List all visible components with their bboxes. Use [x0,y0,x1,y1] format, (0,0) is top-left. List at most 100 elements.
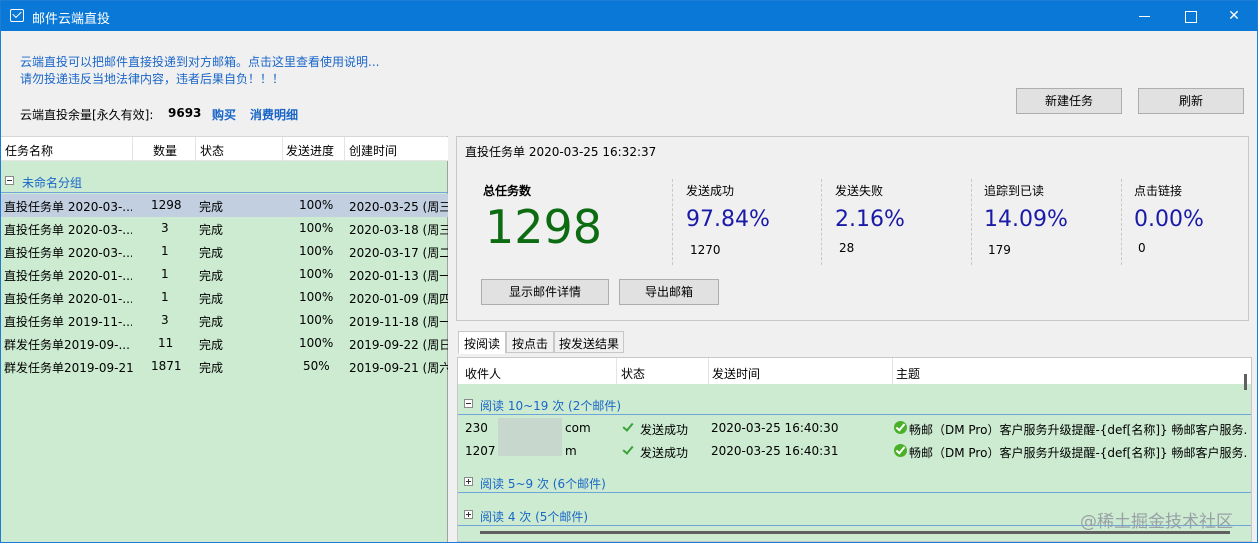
redaction-mask [498,418,562,456]
col-task-name[interactable]: 任务名称 [5,142,53,159]
sent-success-count: 1270 [690,243,721,257]
divider [821,179,822,265]
task-progress: 100% [299,290,334,304]
check-icon [623,421,634,432]
buy-link[interactable]: 购买 [212,106,236,123]
col-recipient[interactable]: 收件人 [465,365,501,382]
column-divider[interactable] [892,358,893,384]
column-divider[interactable] [616,358,617,384]
task-row[interactable]: 直投任务单 2020-01-... 1 完成 100% 2020-01-13 (… [1,263,448,286]
task-row[interactable]: 直投任务单 2020-01-... 1 完成 100% 2020-01-09 (… [1,286,448,309]
column-divider[interactable] [708,358,709,384]
divider [971,179,972,265]
maximize-button[interactable] [1167,1,1213,31]
col-status[interactable]: 状态 [621,365,645,382]
task-row[interactable]: 直投任务单 2019-11-... 3 完成 100% 2019-11-18 (… [1,309,448,332]
task-created: 2020-03-18 (周三) [349,223,448,237]
title-bar: 邮件云端直投 ✕ [1,1,1257,31]
export-emails-button[interactable]: 导出邮箱 [619,279,719,305]
column-divider[interactable] [282,137,283,161]
task-row[interactable]: 群发任务单2019-09-... 11 完成 100% 2019-09-22 (… [1,332,448,355]
table-row[interactable]: 230 com 发送成功 2020-03-25 16:40:30 畅邮（DM P… [458,417,1251,440]
task-created: 2020-03-17 (周二) [349,246,448,260]
col-count[interactable]: 数量 [153,142,177,159]
task-created: 2019-11-18 (周一) [349,315,448,329]
task-created: 2020-01-13 (周一) [349,269,448,283]
tab-by-send-result[interactable]: 按发送结果 [554,331,624,353]
divider [672,179,673,265]
subject: 畅邮（DM Pro）客户服务升级提醒-{def[名称]} 畅邮客户服务... [909,423,1247,437]
check-icon [623,444,634,455]
subject: 畅邮（DM Pro）客户服务升级提醒-{def[名称]} 畅邮客户服务... [909,446,1247,460]
read-grid-header: 收件人 状态 发送时间 主题 [458,358,1251,384]
task-name: 群发任务单2019-09-... [4,338,130,352]
tab-by-read[interactable]: 按阅读 [458,331,506,354]
task-name: 直投任务单 2020-01-... [4,269,132,283]
tab-by-click[interactable]: 按点击 [506,331,554,353]
read-group-label: 阅读 4 次 (5个邮件) [480,510,589,524]
vertical-scrollbar[interactable] [1244,374,1247,390]
mail-icon [10,9,24,22]
close-button[interactable]: ✕ [1211,1,1257,31]
new-task-button[interactable]: 新建任务 [1016,88,1122,114]
help-link[interactable]: 云端直投可以把邮件直接投递到对方邮箱。点击这里查看使用说明... [20,53,379,70]
task-progress: 100% [299,198,334,212]
task-progress: 100% [299,221,334,235]
send-status: 发送成功 [640,423,689,437]
collapse-icon[interactable] [464,399,473,408]
read-tracked-label: 追踪到已读 [984,184,1045,198]
task-row[interactable]: 直投任务单 2020-03-... 1298 完成 100% 2020-03-2… [1,194,448,217]
col-progress[interactable]: 发送进度 [286,142,334,159]
col-created[interactable]: 创建时间 [349,142,397,159]
read-tracked-rate: 14.09% [984,207,1068,232]
task-progress: 100% [299,313,334,327]
task-name: 直投任务单 2020-03-... [4,200,132,214]
task-detail-panel: 直投任务单 2020-03-25 16:32:37 总任务数 1298 发送成功… [456,136,1257,542]
col-subject[interactable]: 主题 [896,365,920,382]
column-divider[interactable] [132,137,133,161]
minimize-button[interactable] [1121,1,1167,31]
read-group-row[interactable]: 阅读 5~9 次 (6个邮件) [458,471,1251,493]
task-row[interactable]: 群发任务单2019-09-21 1871 完成 50% 2019-09-21 (… [1,355,448,378]
expand-icon[interactable] [464,477,473,486]
col-send-time[interactable]: 发送时间 [712,365,760,382]
task-count: 1 [161,244,169,258]
send-time: 2020-03-25 16:40:30 [711,421,839,435]
task-name: 直投任务单 2019-11-... [4,315,132,329]
show-mail-details-button[interactable]: 显示邮件详情 [481,279,609,305]
collapse-icon[interactable] [5,176,14,185]
link-click-label: 点击链接 [1134,184,1183,198]
task-created: 2019-09-22 (周日) [349,338,448,352]
expand-icon[interactable] [464,510,473,519]
success-icon [894,421,907,434]
task-count: 3 [161,313,169,327]
task-detail-title: 直投任务单 2020-03-25 16:32:37 [465,145,657,159]
task-created: 2020-01-09 (周四) [349,292,448,306]
task-group-row[interactable]: 未命名分组 [1,171,448,193]
task-count: 1 [161,267,169,281]
col-status[interactable]: 状态 [200,142,224,159]
task-row[interactable]: 直投任务单 2020-03-... 1 完成 100% 2020-03-17 (… [1,240,448,263]
divider [1121,179,1122,265]
task-row[interactable]: 直投任务单 2020-03-... 3 完成 100% 2020-03-18 (… [1,217,448,240]
consumption-details-link[interactable]: 消费明细 [250,106,298,123]
task-count: 11 [158,336,174,350]
task-status: 完成 [199,361,224,375]
refresh-button[interactable]: 刷新 [1138,88,1244,114]
table-row[interactable]: 1207 m 发送成功 2020-03-25 16:40:31 畅邮（DM Pr… [458,440,1251,463]
task-count: 3 [161,221,169,235]
recipient: com [565,421,591,435]
sent-failed-count: 28 [839,241,855,255]
task-status: 完成 [199,269,224,283]
column-divider[interactable] [344,137,345,161]
column-divider[interactable] [195,137,196,161]
read-group-label: 阅读 10~19 次 (2个邮件) [480,399,622,413]
read-group-row[interactable]: 阅读 10~19 次 (2个邮件) [458,393,1251,415]
quota-label: 云端直投余量[永久有效]: [20,108,154,122]
task-status: 完成 [199,315,224,329]
legal-warning: 请勿投递违反当地法律内容，违者后果自负！！！ [20,72,285,86]
task-name: 直投任务单 2020-01-... [4,292,132,306]
sent-success-label: 发送成功 [686,184,735,198]
task-name: 直投任务单 2020-03-... [4,223,132,237]
task-status: 完成 [199,200,224,214]
